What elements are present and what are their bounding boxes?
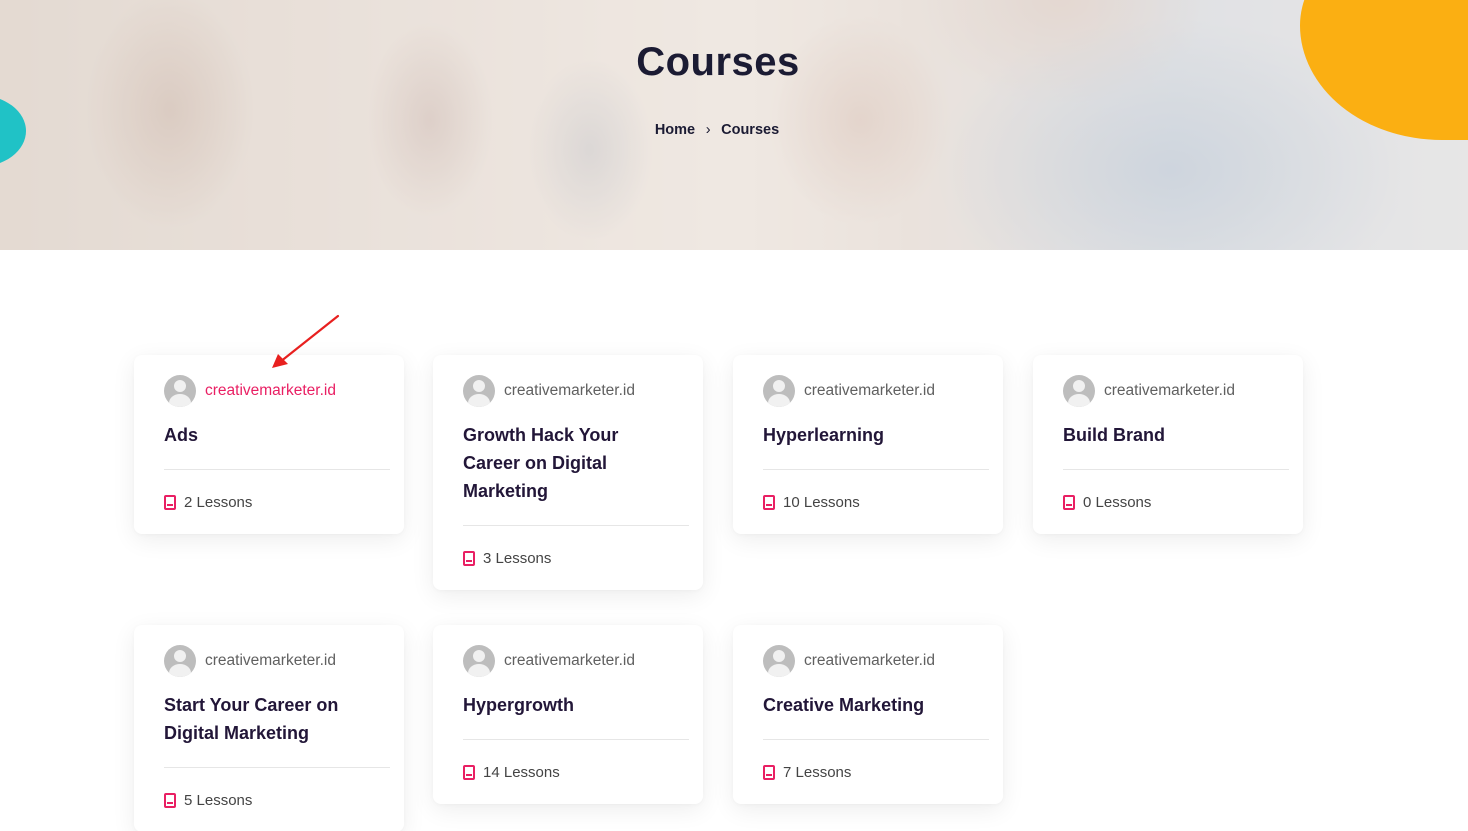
lesson-count: 3 Lessons (463, 526, 689, 590)
avatar (1063, 375, 1095, 407)
course-author: creativemarketer.id (763, 645, 989, 677)
book-icon (463, 764, 475, 780)
lesson-count-label: 0 Lessons (1083, 493, 1152, 511)
course-author: creativemarketer.id (463, 375, 689, 407)
lesson-count-label: 2 Lessons (184, 493, 253, 511)
course-author: creativemarketer.id (164, 375, 390, 407)
course-card[interactable]: creativemarketer.id Start Your Career on… (134, 625, 404, 831)
course-card[interactable]: creativemarketer.id Hypergrowth 14 Lesso… (433, 625, 703, 804)
course-title[interactable]: Ads (164, 421, 390, 449)
course-author: creativemarketer.id (763, 375, 989, 407)
avatar (164, 645, 196, 677)
avatar (763, 375, 795, 407)
lesson-count-label: 10 Lessons (783, 493, 860, 511)
avatar (763, 645, 795, 677)
lesson-count: 10 Lessons (763, 470, 989, 534)
lesson-count: 5 Lessons (164, 768, 390, 831)
page-title: Courses (636, 40, 800, 84)
book-icon (463, 550, 475, 566)
book-icon (763, 764, 775, 780)
avatar (463, 375, 495, 407)
course-card[interactable]: creativemarketer.id Build Brand 0 Lesson… (1033, 355, 1303, 534)
breadcrumb: Home › Courses (0, 122, 1434, 138)
author-link[interactable]: creativemarketer.id (205, 652, 336, 670)
lesson-count-label: 3 Lessons (483, 549, 552, 567)
course-card[interactable]: creativemarketer.id Growth Hack Your Car… (433, 355, 703, 590)
author-link[interactable]: creativemarketer.id (205, 382, 336, 400)
page-hero-banner: Courses Home › Courses (0, 0, 1468, 250)
book-icon (763, 494, 775, 510)
course-author: creativemarketer.id (463, 645, 689, 677)
lesson-count-label: 7 Lessons (783, 763, 852, 781)
author-link[interactable]: creativemarketer.id (504, 382, 635, 400)
breadcrumb-current: Courses (721, 122, 780, 138)
author-link[interactable]: creativemarketer.id (804, 382, 935, 400)
course-author: creativemarketer.id (1063, 375, 1289, 407)
chevron-right-icon: › (705, 122, 711, 138)
book-icon (164, 494, 176, 510)
breadcrumb-home-link[interactable]: Home (655, 122, 695, 138)
course-card[interactable]: creativemarketer.id Ads 2 Lessons (134, 355, 404, 534)
lesson-count: 14 Lessons (463, 740, 689, 804)
course-title[interactable]: Start Your Career on Digital Marketing (164, 691, 390, 747)
lesson-count: 7 Lessons (763, 740, 989, 804)
course-title[interactable]: Creative Marketing (763, 691, 989, 719)
course-card[interactable]: creativemarketer.id Creative Marketing 7… (733, 625, 1003, 804)
author-link[interactable]: creativemarketer.id (1104, 382, 1235, 400)
course-title[interactable]: Build Brand (1063, 421, 1289, 449)
lesson-count-label: 5 Lessons (184, 791, 253, 809)
lesson-count-label: 14 Lessons (483, 763, 560, 781)
course-card[interactable]: creativemarketer.id Hyperlearning 10 Les… (733, 355, 1003, 534)
book-icon (1063, 494, 1075, 510)
course-title[interactable]: Hyperlearning (763, 421, 989, 449)
course-author: creativemarketer.id (164, 645, 390, 677)
author-link[interactable]: creativemarketer.id (804, 652, 935, 670)
book-icon (164, 792, 176, 808)
annotation-arrow-icon (272, 314, 340, 368)
course-title[interactable]: Growth Hack Your Career on Digital Marke… (463, 421, 689, 505)
lesson-count: 0 Lessons (1063, 470, 1289, 534)
author-link[interactable]: creativemarketer.id (504, 652, 635, 670)
avatar (164, 375, 196, 407)
lesson-count: 2 Lessons (164, 470, 390, 534)
avatar (463, 645, 495, 677)
course-title[interactable]: Hypergrowth (463, 691, 689, 719)
